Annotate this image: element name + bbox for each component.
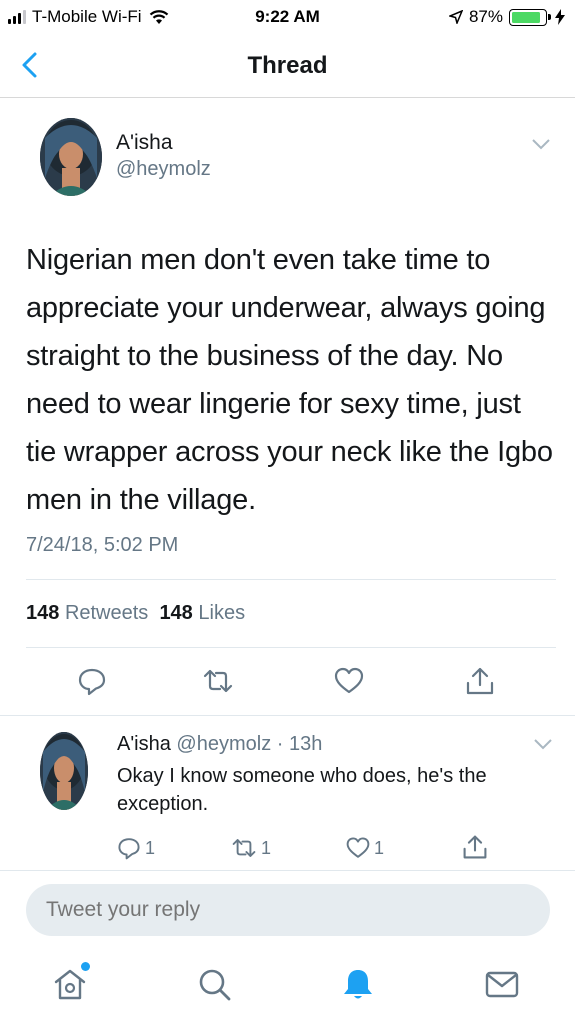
new-tweets-dot xyxy=(81,962,90,971)
location-arrow-icon xyxy=(448,10,463,24)
search-icon[interactable] xyxy=(194,964,234,1004)
reply-header: A'isha @heymolz · 13h xyxy=(117,733,322,756)
retweets-count: 148 xyxy=(26,602,60,624)
reply-count: 1 xyxy=(145,837,156,858)
tweet-stats[interactable]: 148 Retweets 148 Likes xyxy=(26,602,245,625)
reply-input[interactable] xyxy=(26,884,550,936)
like-icon xyxy=(346,837,370,858)
reply-icon xyxy=(118,838,140,860)
divider xyxy=(0,870,575,871)
caret-down-icon[interactable] xyxy=(530,137,552,151)
status-bar: T-Mobile Wi-Fi 9:22 AM 87% xyxy=(0,0,575,36)
retweet-icon[interactable] xyxy=(203,666,233,696)
page-title: Thread xyxy=(247,52,328,79)
retweet-count: 1 xyxy=(261,837,272,858)
reply-text: Okay I know someone who does, he's the e… xyxy=(117,765,487,815)
likes-count: 148 xyxy=(159,602,193,624)
likes-label: Likes xyxy=(198,602,246,624)
reply-icon[interactable] xyxy=(77,666,107,696)
charging-bolt-icon xyxy=(555,9,565,25)
notifications-icon[interactable] xyxy=(338,964,378,1004)
tweet-text: Nigerian men don't even take time to app… xyxy=(26,244,553,516)
divider xyxy=(26,647,556,648)
battery-percent: 87% xyxy=(468,7,503,26)
tweet-timestamp: 7/24/18, 5:02 PM xyxy=(26,534,179,556)
reply-avatar[interactable] xyxy=(40,732,88,810)
reply-age: · 13h xyxy=(276,733,323,755)
like-count: 1 xyxy=(374,837,385,858)
retweet-icon xyxy=(232,839,256,857)
reply-author-handle[interactable]: @heymolz xyxy=(176,733,271,755)
nav-bar: Thread xyxy=(0,36,575,98)
divider xyxy=(0,715,575,716)
share-icon[interactable] xyxy=(465,666,495,696)
like-icon[interactable] xyxy=(334,666,364,696)
avatar[interactable] xyxy=(40,118,102,196)
messages-icon[interactable] xyxy=(482,964,522,1004)
avatar-photo xyxy=(40,732,88,810)
reply-retweet-button[interactable]: 1 xyxy=(231,836,271,860)
reply-reply-button[interactable]: 1 xyxy=(117,836,155,860)
status-right: 87% xyxy=(448,7,565,27)
divider xyxy=(26,579,556,580)
retweets-label: Retweets xyxy=(64,602,149,624)
avatar-photo xyxy=(40,118,102,196)
battery-level xyxy=(512,11,540,23)
author-name[interactable]: A'isha xyxy=(116,131,173,155)
share-icon[interactable] xyxy=(462,834,488,860)
caret-down-icon[interactable] xyxy=(532,737,554,751)
battery-icon xyxy=(509,8,551,26)
reply-like-button[interactable]: 1 xyxy=(346,836,384,860)
author-handle[interactable]: @heymolz xyxy=(116,158,211,181)
reply-author-name[interactable]: A'isha xyxy=(117,733,171,755)
